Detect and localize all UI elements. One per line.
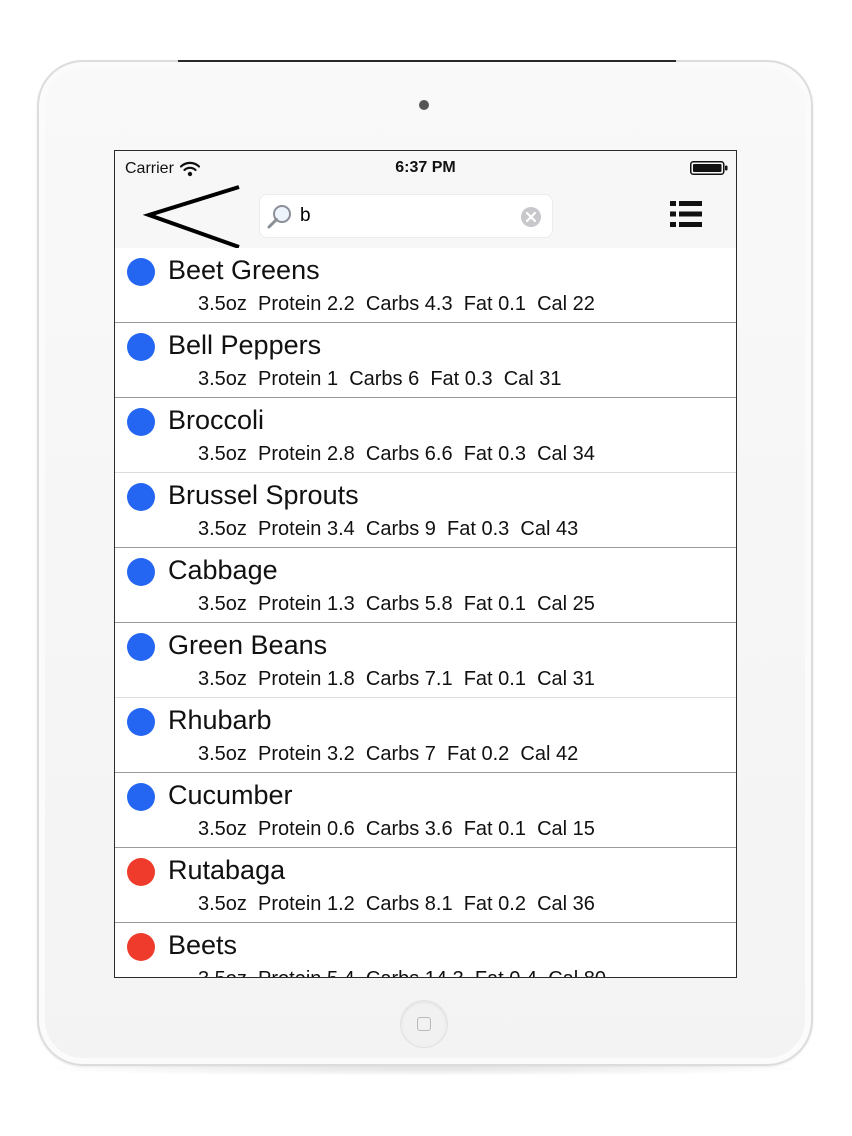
food-name: Rhubarb: [168, 705, 272, 735]
app-screen: Carrier 6:37 PM b Beet Greens 3.5oz Prot…: [114, 150, 737, 978]
magnifier-icon: [267, 205, 291, 229]
battery-icon: [690, 161, 728, 175]
clear-circle-icon[interactable]: [520, 206, 542, 228]
food-nutrition: 3.5oz Protein 1.2 Carbs 8.1 Fat 0.2 Cal …: [198, 893, 595, 915]
food-nutrition: 3.5oz Protein 2.2 Carbs 4.3 Fat 0.1 Cal …: [198, 293, 595, 315]
food-nutrition: 3.5oz Protein 1 Carbs 6 Fat 0.3 Cal 31: [198, 368, 562, 390]
tablet-top-edge: [178, 60, 676, 62]
search-bar[interactable]: [259, 194, 553, 238]
list-item[interactable]: Cucumber 3.5oz Protein 0.6 Carbs 3.6 Fat …: [115, 773, 736, 848]
category-dot-icon: [127, 708, 155, 736]
status-time: 6:37 PM: [395, 159, 456, 176]
list-item[interactable]: Beets 3.5oz Protein 5.4 Carbs 14.3 Fat 0.…: [115, 923, 736, 977]
list-item[interactable]: Green Beans 3.5oz Protein 1.8 Carbs 7.1 F…: [115, 623, 736, 698]
home-square-icon: [417, 1017, 431, 1031]
category-dot-icon: [127, 783, 155, 811]
food-name: Rutabaga: [168, 855, 286, 885]
home-button[interactable]: [400, 1000, 448, 1048]
category-dot-icon: [127, 333, 155, 361]
food-name: Green Beans: [168, 630, 328, 660]
list-item[interactable]: Rhubarb 3.5oz Protein 3.2 Carbs 7 Fat 0.2…: [115, 698, 736, 773]
list-item[interactable]: Broccoli 3.5oz Protein 2.8 Carbs 6.6 Fat …: [115, 398, 736, 473]
food-name: Beets: [168, 930, 238, 960]
chevron-left-icon[interactable]: [143, 185, 243, 249]
navigation-bar: [115, 185, 736, 249]
food-name: Bell Peppers: [168, 330, 322, 360]
food-name: Cucumber: [168, 780, 293, 810]
list-item[interactable]: Bell Peppers 3.5oz Protein 1 Carbs 6 Fat …: [115, 323, 736, 398]
category-dot-icon: [127, 408, 155, 436]
food-nutrition: 3.5oz Protein 3.2 Carbs 7 Fat 0.2 Cal 42: [198, 743, 579, 765]
product-mockup: Carrier 6:37 PM b Beet Greens 3.5oz Prot…: [0, 0, 852, 1136]
category-dot-icon: [127, 633, 155, 661]
list-item[interactable]: Brussel Sprouts 3.5oz Protein 3.4 Carbs 9…: [115, 473, 736, 548]
category-dot-icon: [127, 858, 155, 886]
search-input[interactable]: [300, 201, 510, 231]
food-name: Beet Greens: [168, 255, 320, 285]
category-dot-icon: [127, 933, 155, 961]
category-dot-icon: [127, 258, 155, 286]
food-list: Beet Greens 3.5oz Protein 2.2 Carbs 4.3 F…: [115, 248, 736, 977]
list-item[interactable]: Rutabaga 3.5oz Protein 1.2 Carbs 8.1 Fat …: [115, 848, 736, 923]
food-name: Broccoli: [168, 405, 265, 435]
list-menu-icon[interactable]: [670, 199, 702, 229]
status-bar: Carrier 6:37 PM: [115, 151, 736, 185]
food-nutrition: 3.5oz Protein 3.4 Carbs 9 Fat 0.3 Cal 43: [198, 518, 579, 540]
list-item[interactable]: Cabbage 3.5oz Protein 1.3 Carbs 5.8 Fat 0…: [115, 548, 736, 623]
food-name: Brussel Sprouts: [168, 480, 359, 510]
food-name: Cabbage: [168, 555, 278, 585]
food-nutrition: 3.5oz Protein 0.6 Carbs 3.6 Fat 0.1 Cal …: [198, 818, 595, 840]
category-dot-icon: [127, 558, 155, 586]
camera-icon: [419, 100, 429, 110]
food-nutrition: 3.5oz Protein 1.8 Carbs 7.1 Fat 0.1 Cal …: [198, 668, 595, 690]
food-nutrition: 3.5oz Protein 5.4 Carbs 14.3 Fat 0.4 Cal…: [198, 968, 606, 977]
category-dot-icon: [127, 483, 155, 511]
food-nutrition: 3.5oz Protein 1.3 Carbs 5.8 Fat 0.1 Cal …: [198, 593, 595, 615]
list-item[interactable]: Beet Greens 3.5oz Protein 2.2 Carbs 4.3 F…: [115, 248, 736, 323]
food-nutrition: 3.5oz Protein 2.8 Carbs 6.6 Fat 0.3 Cal …: [198, 443, 595, 465]
